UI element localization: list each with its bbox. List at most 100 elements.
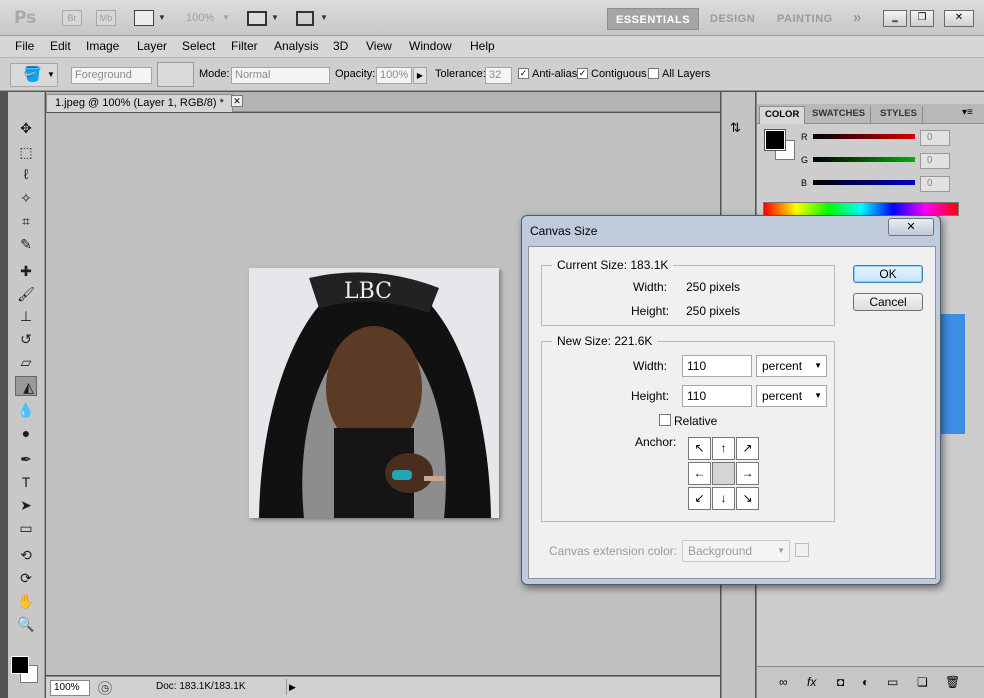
document-tab[interactable]: 1.jpeg @ 100% (Layer 1, RGB/8) * — [46, 94, 233, 112]
close-document-icon[interactable]: ✕ — [231, 95, 243, 107]
move-tool-icon[interactable]: ✥ — [15, 118, 37, 138]
all-layers-checkbox[interactable] — [648, 68, 659, 79]
antialias-checkbox[interactable]: ✓ — [518, 68, 529, 79]
menu-image[interactable]: Image — [86, 39, 119, 53]
layer-style-icon[interactable]: fx — [807, 675, 816, 689]
panel-menu-icon[interactable]: ▾≡ — [962, 107, 973, 118]
pen-tool-icon[interactable]: ✒ — [15, 449, 37, 469]
green-value-input[interactable]: 0 — [920, 153, 950, 169]
delete-layer-icon[interactable]: 🗑 — [945, 675, 960, 689]
menu-3d[interactable]: 3D — [333, 39, 348, 53]
ok-button[interactable]: OK — [853, 265, 923, 283]
status-info-icon[interactable]: ◷ — [98, 681, 112, 695]
hand-tool-icon[interactable]: ✋ — [15, 591, 37, 611]
type-tool-icon[interactable]: T — [15, 472, 37, 492]
view-extras-dropdown-icon[interactable]: ▼ — [158, 13, 166, 22]
extension-color-select[interactable]: Background ▼ — [682, 540, 790, 562]
tab-color[interactable]: COLOR — [759, 106, 806, 124]
contiguous-checkbox[interactable]: ✓ — [577, 68, 588, 79]
screen-mode-dropdown-icon[interactable]: ▼ — [320, 13, 328, 22]
new-height-input[interactable]: 110 — [682, 385, 752, 407]
path-selection-tool-icon[interactable]: ➤ — [15, 495, 37, 515]
3d-rotate-tool-icon[interactable]: ⟲ — [15, 545, 37, 565]
eyedropper-tool-icon[interactable]: ✎ — [15, 234, 37, 254]
cancel-button[interactable]: Cancel — [853, 293, 923, 311]
zoom-tool-icon[interactable]: 🔍 — [15, 614, 37, 634]
panel-foreground-swatch[interactable] — [764, 129, 786, 151]
brush-tool-icon[interactable]: 🖌 — [15, 284, 37, 304]
tab-swatches[interactable]: SWATCHES — [807, 106, 872, 124]
view-extras-icon[interactable] — [134, 10, 154, 26]
clone-stamp-tool-icon[interactable]: ⊥ — [15, 306, 37, 326]
menu-select[interactable]: Select — [182, 39, 215, 53]
tolerance-input[interactable]: 32 — [485, 67, 512, 84]
blue-value-input[interactable]: 0 — [920, 176, 950, 192]
tool-preset-picker[interactable]: 🪣 ▼ — [10, 63, 58, 87]
more-workspaces-button[interactable]: » — [853, 7, 862, 29]
menu-window[interactable]: Window — [409, 39, 452, 53]
history-panel-icon[interactable]: ⇅ — [730, 120, 741, 136]
anchor-bottom[interactable]: ↓ — [712, 487, 735, 510]
anchor-left[interactable]: ← — [688, 462, 711, 485]
blur-tool-icon[interactable]: 💧 — [15, 400, 37, 420]
arrange-dropdown-icon[interactable]: ▼ — [271, 13, 279, 22]
fill-source-select[interactable]: Foreground — [71, 67, 152, 84]
anchor-center[interactable] — [712, 462, 735, 485]
anchor-bottom-left[interactable]: ↙ — [688, 487, 711, 510]
tab-styles[interactable]: STYLES — [875, 106, 923, 124]
pattern-picker[interactable] — [157, 62, 194, 87]
opacity-slider-arrow-icon[interactable]: ▶ — [413, 67, 427, 84]
new-width-input[interactable]: 110 — [682, 355, 752, 377]
anchor-right[interactable]: → — [736, 462, 759, 485]
3d-orbit-tool-icon[interactable]: ⟳ — [15, 568, 37, 588]
anchor-top-right[interactable]: ↗ — [736, 437, 759, 460]
menu-file[interactable]: File — [15, 39, 34, 53]
link-layers-icon[interactable]: ∞ — [779, 675, 788, 689]
minimize-icon[interactable]: ‗ — [883, 10, 907, 27]
marquee-tool-icon[interactable]: ⬚ — [15, 142, 37, 162]
foreground-color[interactable] — [11, 656, 29, 674]
anchor-top-left[interactable]: ↖ — [688, 437, 711, 460]
crop-tool-icon[interactable]: ⌗ — [15, 211, 37, 231]
eraser-tool-icon[interactable]: ▱ — [15, 352, 37, 372]
green-slider[interactable] — [813, 157, 915, 162]
mode-select[interactable]: Normal — [231, 67, 330, 84]
dialog-close-icon[interactable]: ✕ — [888, 218, 934, 236]
blue-slider[interactable] — [813, 180, 915, 185]
zoom-level-display[interactable]: 100% — [186, 12, 214, 24]
red-slider[interactable] — [813, 134, 915, 139]
restore-icon[interactable]: ❐ — [910, 10, 934, 27]
bridge-button[interactable]: Br — [62, 10, 82, 26]
paint-bucket-tool-icon[interactable]: ◭ — [15, 376, 37, 396]
rectangle-tool-icon[interactable]: ▭ — [15, 518, 37, 538]
color-spectrum-ramp[interactable] — [763, 202, 959, 216]
new-width-unit-select[interactable]: percent ▼ — [756, 355, 827, 377]
opacity-input[interactable]: 100% — [376, 67, 412, 84]
healing-brush-tool-icon[interactable]: ✚ — [15, 261, 37, 281]
status-zoom-input[interactable]: 100% — [50, 680, 90, 696]
menu-view[interactable]: View — [366, 39, 392, 53]
arrange-documents-icon[interactable] — [247, 11, 267, 26]
menu-analysis[interactable]: Analysis — [274, 39, 319, 53]
menu-layer[interactable]: Layer — [137, 39, 167, 53]
menu-edit[interactable]: Edit — [50, 39, 71, 53]
layer-mask-icon[interactable]: ◘ — [837, 675, 844, 689]
mini-bridge-button[interactable]: Mb — [96, 10, 116, 26]
extension-color-swatch[interactable] — [795, 543, 809, 557]
red-value-input[interactable]: 0 — [920, 130, 950, 146]
quick-selection-tool-icon[interactable]: ✧ — [15, 188, 37, 208]
history-brush-tool-icon[interactable]: ↺ — [15, 329, 37, 349]
new-height-unit-select[interactable]: percent ▼ — [756, 385, 827, 407]
adjustment-layer-icon[interactable]: ◐ — [862, 675, 869, 689]
zoom-dropdown-icon[interactable]: ▼ — [222, 13, 230, 22]
relative-checkbox[interactable] — [659, 414, 671, 426]
dodge-tool-icon[interactable]: ● — [15, 423, 37, 443]
close-window-icon[interactable]: ✕ — [944, 10, 974, 27]
workspace-essentials[interactable]: ESSENTIALS — [607, 8, 700, 30]
anchor-bottom-right[interactable]: ↘ — [736, 487, 759, 510]
new-group-icon[interactable]: ▭ — [887, 675, 898, 689]
workspace-design[interactable]: DESIGN — [710, 8, 755, 30]
workspace-painting[interactable]: PAINTING — [777, 8, 833, 30]
menu-filter[interactable]: Filter — [231, 39, 258, 53]
status-menu-arrow-icon[interactable]: ▶ — [286, 679, 298, 695]
